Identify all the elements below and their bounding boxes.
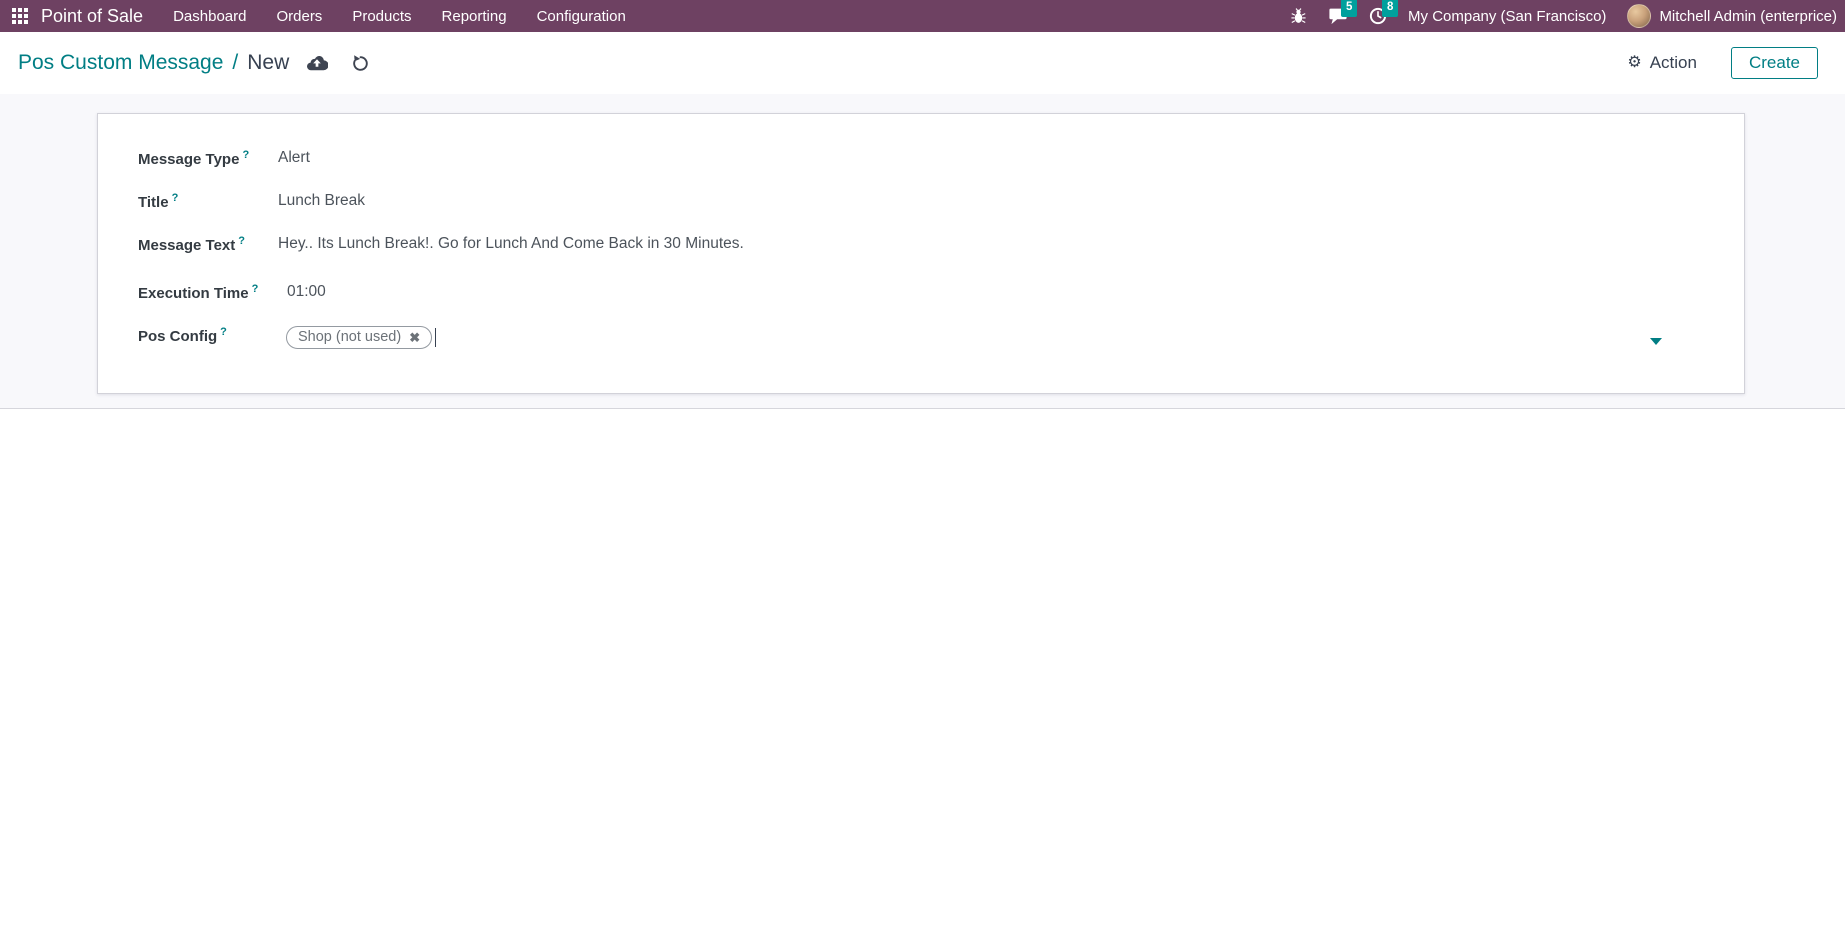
form-row-title: Title? Lunch Break xyxy=(138,192,1704,212)
activities-clock-icon[interactable]: 8 xyxy=(1369,0,1399,25)
form-row-execution-time: Execution Time? 01:00 xyxy=(138,283,1704,303)
breadcrumb-root-link[interactable]: Pos Custom Message xyxy=(18,51,223,75)
action-menu-button[interactable]: ⚙ Action xyxy=(1627,53,1697,73)
help-icon: ? xyxy=(220,326,227,338)
field-label-execution-time: Execution Time? xyxy=(138,283,259,302)
user-menu[interactable]: Mitchell Admin (enterprice) xyxy=(1627,4,1837,28)
form-row-pos-config: Pos Config? Shop (not used) ✖ xyxy=(138,326,1704,349)
help-icon: ? xyxy=(171,192,179,204)
tag-label: Shop (not used) xyxy=(298,329,402,345)
app-name[interactable]: Point of Sale xyxy=(41,6,143,27)
action-label: Action xyxy=(1649,53,1697,72)
discard-undo-icon[interactable] xyxy=(351,54,370,73)
control-panel: Pos Custom Message / New ⚙ Action Create xyxy=(0,32,1845,94)
execution-time-field[interactable]: 01:00 xyxy=(278,283,326,301)
create-button[interactable]: Create xyxy=(1730,47,1818,79)
pos-config-field[interactable]: Shop (not used) ✖ xyxy=(278,326,1704,349)
field-label-message-type: Message Type? xyxy=(138,149,250,168)
form-row-message-type: Message Type? Alert xyxy=(138,149,1704,169)
field-label-title: Title? xyxy=(138,192,179,211)
dropdown-caret-icon[interactable] xyxy=(1650,337,1662,345)
company-switcher[interactable]: My Company (San Francisco) xyxy=(1408,8,1606,25)
breadcrumb-current: New xyxy=(247,51,290,74)
save-cloud-icon[interactable] xyxy=(306,54,329,72)
activities-count-badge: 8 xyxy=(1382,0,1399,17)
form-sheet: Message Type? Alert Title? Lunch Break M… xyxy=(97,113,1745,394)
debug-bug-icon[interactable] xyxy=(1290,7,1307,25)
breadcrumb: Pos Custom Message / New xyxy=(18,51,370,75)
text-cursor xyxy=(435,328,437,347)
messages-count-badge: 5 xyxy=(1341,0,1358,17)
top-navbar: Point of Sale Dashboard Orders Products … xyxy=(0,0,1845,32)
form-view-background: Message Type? Alert Title? Lunch Break M… xyxy=(0,94,1845,409)
message-type-field[interactable]: Alert xyxy=(278,149,310,167)
nav-item-configuration[interactable]: Configuration xyxy=(537,8,626,25)
field-label-pos-config: Pos Config? xyxy=(138,326,227,345)
field-label-message-text: Message Text? xyxy=(138,235,245,254)
pos-config-tag[interactable]: Shop (not used) ✖ xyxy=(286,326,433,349)
messages-icon[interactable]: 5 xyxy=(1328,0,1358,25)
nav-item-orders[interactable]: Orders xyxy=(276,8,322,25)
message-text-field[interactable]: Hey.. Its Lunch Break!. Go for Lunch And… xyxy=(278,235,744,253)
help-icon: ? xyxy=(251,283,259,295)
title-field[interactable]: Lunch Break xyxy=(278,192,365,210)
main-menu: Dashboard Orders Products Reporting Conf… xyxy=(173,8,626,25)
help-icon: ? xyxy=(242,149,250,161)
nav-item-products[interactable]: Products xyxy=(352,8,411,25)
nav-item-reporting[interactable]: Reporting xyxy=(442,8,507,25)
tag-remove-icon[interactable]: ✖ xyxy=(409,331,420,344)
gear-icon: ⚙ xyxy=(1627,54,1642,71)
user-name: Mitchell Admin (enterprice) xyxy=(1659,7,1837,25)
user-avatar xyxy=(1627,4,1652,28)
help-icon: ? xyxy=(238,235,245,247)
nav-item-dashboard[interactable]: Dashboard xyxy=(173,8,246,25)
apps-menu-icon[interactable] xyxy=(12,8,28,24)
breadcrumb-separator: / xyxy=(232,51,239,74)
form-row-message-text: Message Text? Hey.. Its Lunch Break!. Go… xyxy=(138,235,1704,255)
